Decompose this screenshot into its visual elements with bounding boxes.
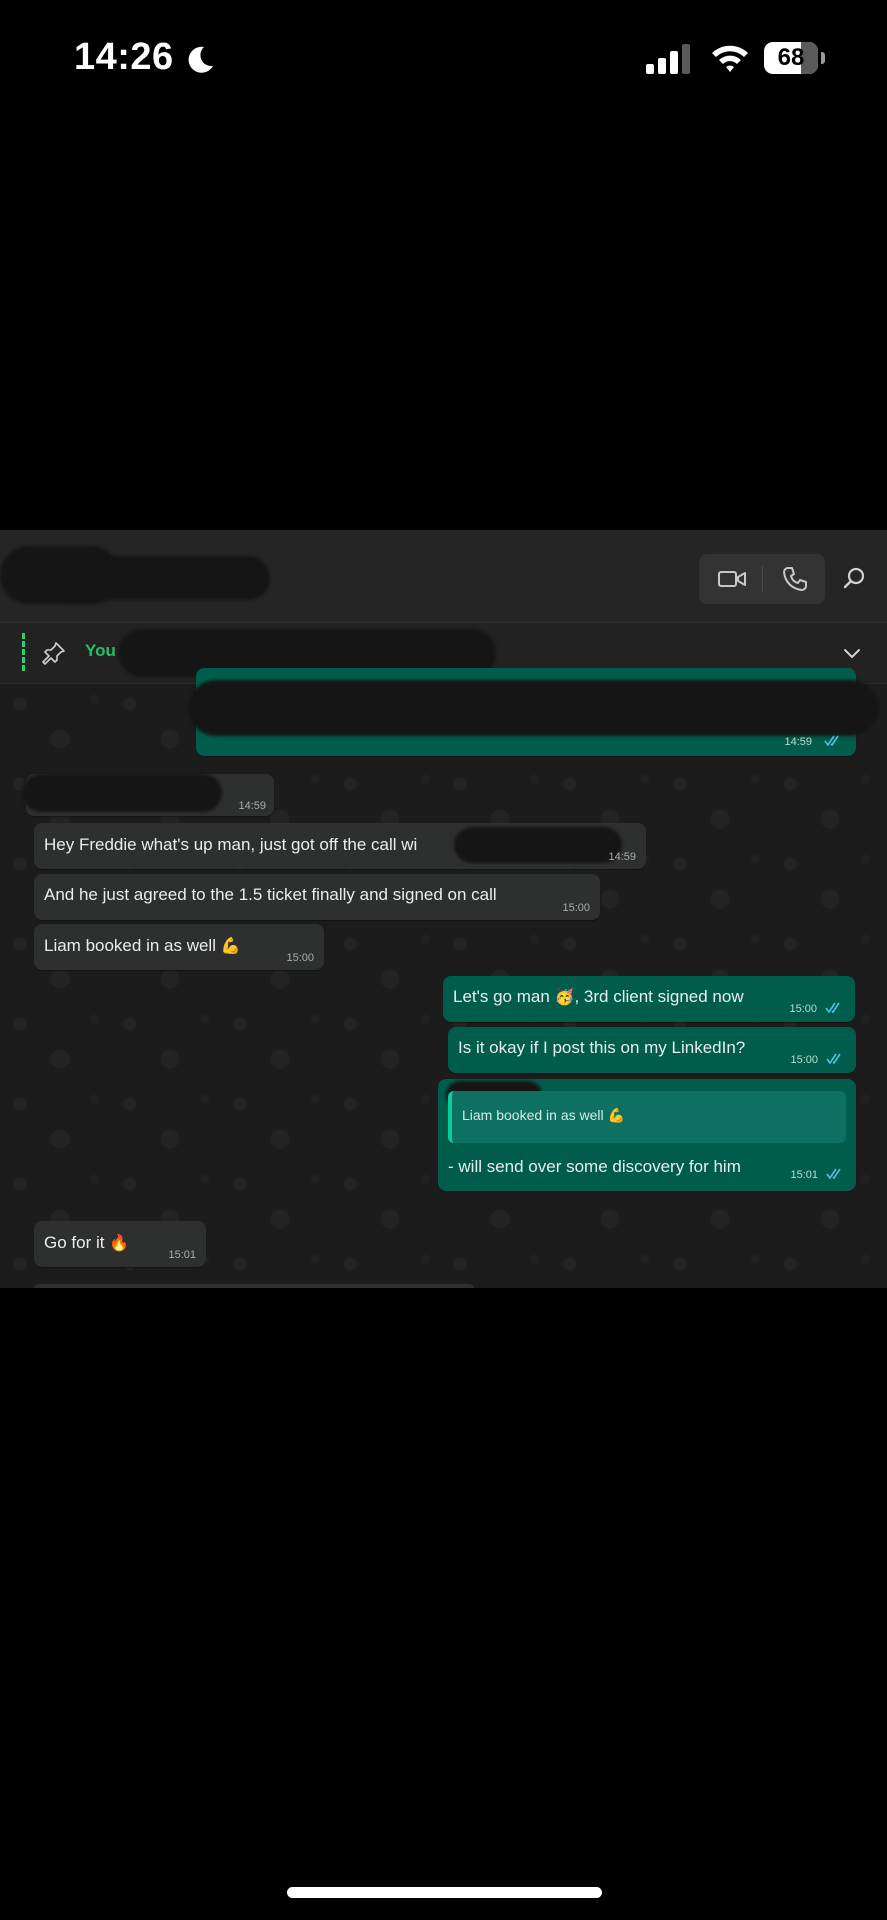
status-time: 14:26 [74,36,174,78]
voice-call-icon[interactable] [781,565,809,593]
fire-emoji: 🔥 [109,1235,130,1252]
double-check-icon [825,1002,840,1014]
message-time: 15:00 [790,1054,818,1066]
message-text: Hey Freddie what's up man, just got off … [44,835,418,854]
double-check-icon [826,1053,841,1065]
chat-header [0,530,887,623]
message-text-content: Liam booked in as well [44,936,216,955]
message-time: 14:59 [238,800,266,812]
redacted-message-text [188,680,878,736]
moon-icon [188,46,213,73]
redacted-message-text [454,827,622,863]
redacted-message-text [22,774,222,812]
message-text: Liam booked in as well 💪 [44,936,241,956]
message-bubble-incoming[interactable]: 14:59 [22,774,274,816]
message-time: 15:00 [789,1003,817,1015]
battery-body: 68 [764,42,818,74]
redacted-contact-name [60,556,270,600]
chevron-down-icon[interactable] [842,643,862,663]
message-text-content: , 3rd client signed now [574,987,744,1006]
wifi-icon [712,45,748,72]
double-check-icon [826,1168,841,1180]
battery-percent: 68 [777,44,805,71]
message-time: 15:01 [168,1249,196,1261]
message-bubble-outgoing[interactable]: Let's go man 🥳, 3rd client signed now 15… [443,976,855,1022]
call-buttons-group [699,554,825,604]
message-time: 15:01 [790,1169,818,1181]
message-text-content: Let's go man [453,987,550,1006]
message-time: 14:59 [784,736,812,748]
message-bubble-incoming[interactable]: And he just agreed to the 1.5 ticket fin… [34,874,600,920]
quoted-message[interactable]: Liam booked in as well 💪 [448,1091,846,1143]
search-icon[interactable] [842,566,866,590]
quoted-text-content: Liam booked in as well [462,1107,604,1123]
message-time: 14:59 [608,851,636,863]
partially-visible-bubble [34,1284,474,1288]
cellular-signal-icon [646,44,690,74]
call-divider [762,566,763,592]
message-bubble-incoming[interactable]: Go for it 🔥 15:01 [34,1221,206,1267]
pinned-accent-bar [22,633,28,671]
message-text: Let's go man 🥳, 3rd client signed now [453,987,744,1007]
ios-status-bar: 14:26 68 [0,0,887,120]
partying-face-emoji: 🥳 [554,989,575,1006]
whatsapp-chat-screenshot: You 14:59 14:59 Hey Freddie what's up ma… [0,530,887,1288]
battery-indicator: 68 [764,42,826,74]
message-bubble-outgoing[interactable]: 14:59 [188,668,878,756]
message-list[interactable]: 14:59 14:59 Hey Freddie what's up man, j… [0,668,887,1288]
message-bubble-outgoing[interactable]: Is it okay if I post this on my LinkedIn… [448,1027,856,1073]
message-text: And he just agreed to the 1.5 ticket fin… [44,885,497,904]
message-text: Is it okay if I post this on my LinkedIn… [458,1038,746,1057]
pinned-sender: You [85,641,116,660]
flexed-biceps-emoji: 💪 [607,1107,625,1123]
flexed-biceps-emoji: 💪 [220,938,241,955]
message-bubble-incoming[interactable]: Hey Freddie what's up man, just got off … [34,823,646,869]
pin-icon [42,642,65,665]
message-bubble-incoming[interactable]: Liam booked in as well 💪 15:00 [34,924,324,970]
message-text: Go for it 🔥 [44,1233,129,1253]
quoted-message-text: Liam booked in as well 💪 [462,1107,625,1124]
home-indicator[interactable] [287,1887,602,1898]
message-text-content: Go for it [44,1233,105,1252]
message-bubble-outgoing-reply[interactable]: Liam booked in as well 💪 - will send ove… [438,1079,856,1191]
battery-cap [821,52,825,64]
video-call-icon[interactable] [717,566,747,592]
message-time: 15:00 [562,902,590,914]
message-time: 15:00 [286,952,314,964]
message-text: - will send over some discovery for him [448,1157,741,1176]
double-check-icon [824,735,839,747]
